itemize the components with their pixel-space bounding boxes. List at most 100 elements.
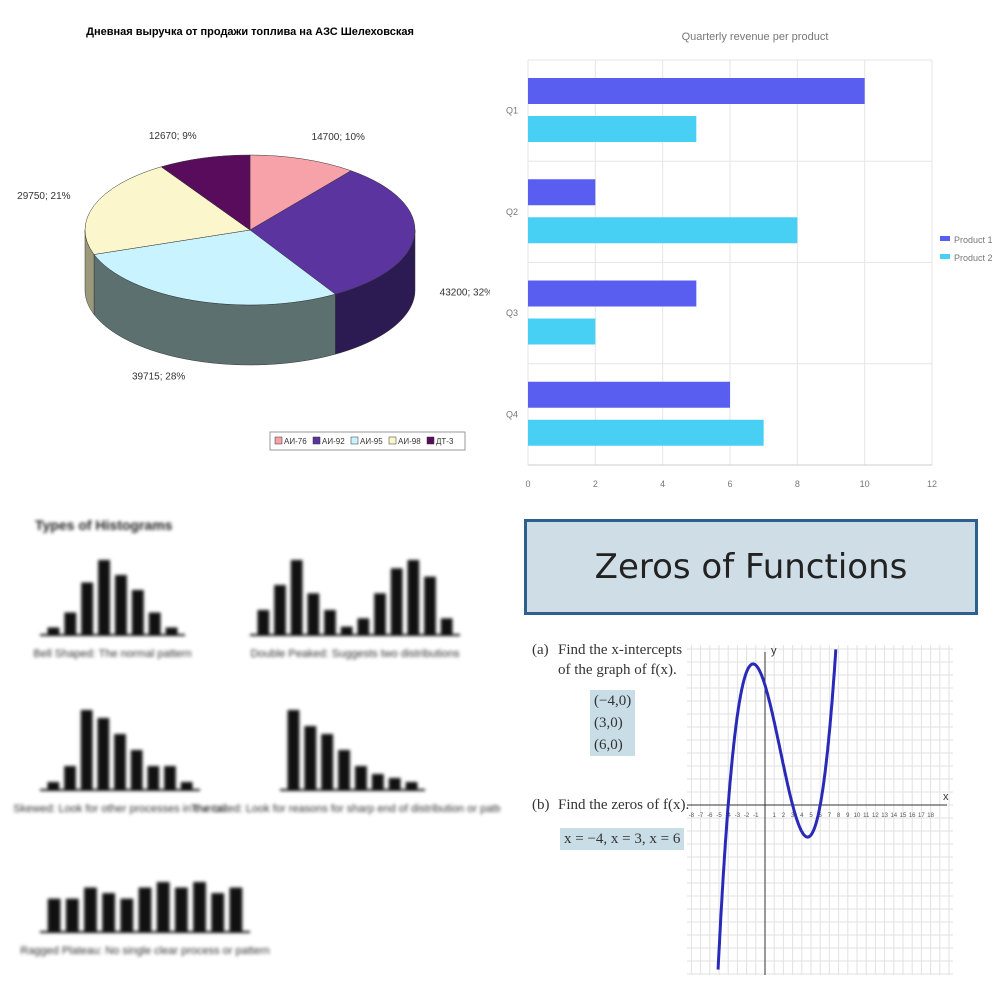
histogram-caption: Ragged Plateau: No single clear process …	[20, 945, 269, 957]
answer-intercept-3: (6,0)	[590, 734, 636, 756]
bar	[528, 78, 865, 104]
function-graph: xy-8 -7 -6 -5 -4 -3 -2 -1 1 2 3 4 5 6 7 8 9 10 11 12 13 14 15 1…	[687, 645, 953, 975]
histogram-bar	[290, 560, 303, 635]
answer-intercept-1: (−4,0)	[590, 690, 636, 712]
histogram-bar	[97, 718, 110, 790]
x-tick-label: 17	[918, 813, 925, 819]
x-tick-label: 18	[927, 813, 934, 819]
x-axis-label: x	[943, 791, 949, 803]
pie-data-label: 39715; 28%	[132, 371, 185, 382]
pie-legend-swatch	[312, 436, 321, 445]
zeros-title: Zeros of Functions	[524, 519, 978, 615]
bar	[528, 318, 596, 345]
pie-data-label: 14700; 10%	[312, 132, 365, 143]
histogram-bar	[47, 782, 60, 790]
part-a-label: (a)	[532, 642, 549, 658]
histogram-bar	[120, 898, 134, 932]
x-tick-label: -3	[735, 813, 741, 819]
histogram-bar	[175, 887, 188, 932]
x-tick-label: -8	[689, 813, 695, 819]
bar	[528, 381, 730, 408]
x-tick-label: 14	[890, 813, 897, 819]
part-b-label: (b)	[532, 797, 550, 813]
part-a-question: Find the x-intercepts of the graph of f(…	[558, 642, 683, 678]
bar-x-tick-label: 0	[525, 479, 530, 489]
pie-legend-item: АИ-98	[398, 437, 421, 446]
histogram-bar	[388, 778, 401, 790]
x-tick-label: -7	[698, 813, 704, 819]
histogram-bar	[374, 593, 386, 635]
bar-chart: Quarterly revenue per product Q1 Q2 Q3 Q4 0…	[506, 31, 993, 489]
bar-chart-title: Quarterly revenue per product	[682, 31, 829, 43]
bar-x-tick-label: 2	[593, 479, 598, 489]
histogram-bar	[98, 560, 110, 635]
histogram-bar	[355, 766, 367, 790]
histogram: Bell Shaped: The normal pattern	[33, 560, 192, 660]
histogram-bar	[338, 750, 350, 790]
histogram-bar	[64, 612, 77, 635]
pie-chart-title: Дневная выручка от продажи топлива на АЗ…	[86, 26, 414, 38]
x-tick-label: 15	[900, 813, 907, 819]
part-b-answer: x = −4, x = 3, x = 6	[560, 828, 685, 850]
histogram-bar	[81, 582, 94, 635]
histogram-bar	[47, 627, 60, 635]
histogram-types-panel: Types of Histograms Bell Shaped: The nor…	[0, 500, 514, 1000]
histogram-bar	[390, 568, 403, 635]
histogram-bar	[407, 560, 420, 635]
histogram-bar	[229, 887, 243, 932]
histogram-bar	[131, 590, 144, 635]
bar-legend-swatch	[940, 236, 950, 241]
bar-category-label: Q1	[506, 106, 518, 116]
histogram: Skewed: Look for other processes in the …	[13, 710, 227, 815]
x-tick-label: 13	[881, 813, 888, 819]
histogram-caption: Double Peaked: Suggests two distribution…	[250, 648, 460, 660]
pie-legend-item: АИ-95	[360, 437, 383, 446]
x-tick-label: -1	[753, 813, 759, 819]
histogram-bar	[148, 612, 161, 635]
x-tick-label: -6	[707, 813, 713, 819]
bar	[528, 280, 697, 307]
histogram-bar	[84, 887, 97, 932]
bar-x-tick-label: 12	[927, 479, 937, 489]
bar-legend: Product 1 Product 2	[940, 235, 993, 263]
y-axis-label: y	[771, 645, 777, 657]
bar-x-tick-label: 10	[860, 479, 870, 489]
histogram-bar	[156, 882, 170, 932]
histogram-bar	[47, 898, 61, 932]
histogram-bar	[65, 898, 79, 932]
bar	[528, 179, 596, 206]
histogram-bar	[440, 618, 453, 635]
histogram-bar	[114, 734, 126, 790]
histogram-bar	[130, 750, 143, 790]
histogram-bar	[80, 710, 93, 790]
histogram-bar	[64, 766, 76, 790]
histogram-caption: Bell Shaped: The normal pattern	[33, 648, 191, 660]
histogram-bar	[304, 726, 317, 790]
part-a-answers: (−4,0) (3,0) (6,0)	[590, 690, 636, 756]
histogram-types-title: Types of Histograms	[35, 517, 173, 533]
bar-legend-item: Product 2	[954, 253, 993, 263]
x-tick-label: 10	[854, 813, 861, 819]
histogram-bar	[357, 618, 370, 635]
histogram-bar	[321, 734, 334, 790]
bar-x-tick-label: 6	[727, 479, 732, 489]
histogram-bar	[211, 893, 225, 932]
histogram-bar	[340, 626, 353, 635]
pie-legend: АИ-76 АИ-92 АИ-95 АИ-98 ДТ-3	[269, 431, 466, 451]
histogram: Ragged Plateau: No single clear process …	[20, 882, 270, 957]
pie-legend-swatch	[426, 436, 435, 445]
x-tick-label: 11	[863, 813, 870, 819]
bar-category-label: Q3	[506, 308, 518, 318]
histogram-bar	[257, 610, 270, 635]
histogram-types: Types of Histograms Bell Shaped: The nor…	[13, 517, 514, 957]
bar	[528, 116, 697, 142]
bar-category-label: Q2	[506, 207, 518, 217]
histogram-caption: Truncated: Look for reasons for sharp en…	[191, 803, 500, 815]
answer-intercept-2: (3,0)	[590, 712, 636, 734]
bar	[528, 419, 764, 446]
histogram-bar	[274, 585, 286, 635]
histogram-bar	[180, 782, 193, 790]
histogram-bar	[193, 882, 206, 932]
bar-category-label: Q4	[506, 409, 518, 419]
histogram: Double Peaked: Suggests two distribution…	[250, 560, 460, 660]
